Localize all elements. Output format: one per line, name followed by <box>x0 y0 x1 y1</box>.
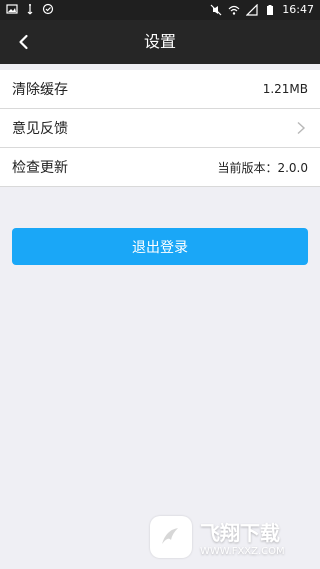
cache-size-value: 1.21MB <box>262 82 308 96</box>
battery-icon <box>267 4 274 15</box>
settings-list: 清除缓存 1.21MB 意见反馈 检查更新 当前版本：2.0.0 <box>0 70 320 187</box>
usb-icon <box>27 4 33 15</box>
watermark-text: 飞翔下载 WWW.FXXZ.COM <box>200 517 285 557</box>
wifi-icon <box>228 5 240 15</box>
feedback-label: 意见反馈 <box>12 121 68 137</box>
mute-icon <box>210 4 222 15</box>
chevron-right-icon <box>297 121 306 135</box>
page-title: 设置 <box>143 32 176 51</box>
clock: 16:47 <box>282 3 314 16</box>
check-update-label: 检查更新 <box>12 160 68 176</box>
gallery-icon <box>6 4 18 14</box>
status-left-icons <box>6 3 54 15</box>
watermark-url: WWW.FXXZ.COM <box>200 546 285 557</box>
feedback-row[interactable]: 意见反馈 <box>0 109 320 148</box>
watermark: 飞翔下载 WWW.FXXZ.COM <box>150 508 312 566</box>
current-version-value: 当前版本：2.0.0 <box>217 160 308 175</box>
logout-button[interactable]: 退出登录 <box>12 228 308 265</box>
status-bar: 16:47 <box>0 0 320 20</box>
clear-cache-row[interactable]: 清除缓存 1.21MB <box>0 70 320 109</box>
status-right-icons: 16:47 <box>210 3 314 16</box>
app-header: 设置 <box>0 20 320 64</box>
watermark-brand: 飞翔下载 <box>200 521 280 545</box>
check-icon <box>42 3 54 15</box>
signal-icon <box>246 3 258 16</box>
check-update-row[interactable]: 检查更新 当前版本：2.0.0 <box>0 148 320 187</box>
watermark-logo-icon <box>150 516 192 558</box>
clear-cache-label: 清除缓存 <box>12 82 68 98</box>
